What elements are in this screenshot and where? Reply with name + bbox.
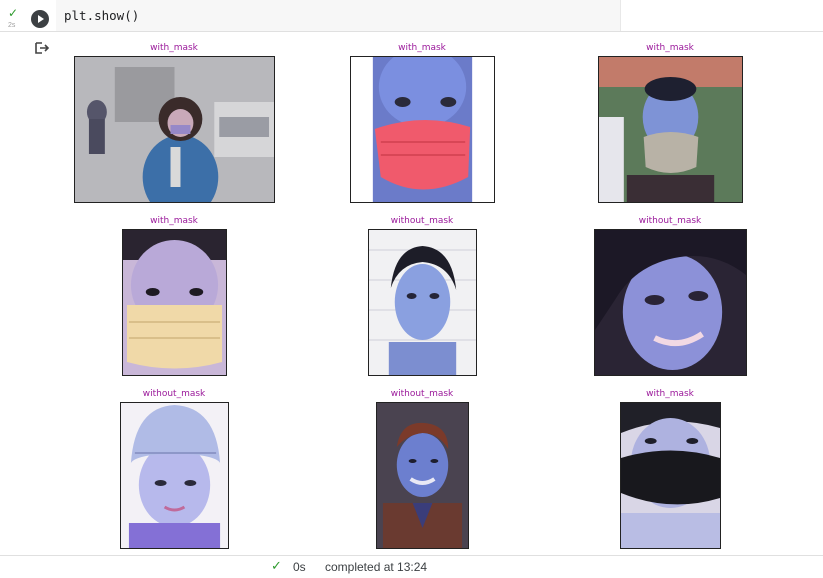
panel-title: with_mask — [150, 43, 198, 53]
panel-title: without_mask — [638, 216, 702, 226]
completion-status: completed at 13:24 — [325, 560, 428, 574]
play-icon — [38, 15, 44, 23]
run-cell-button[interactable] — [31, 10, 49, 28]
execution-duration: 0s — [293, 560, 306, 574]
face-image — [376, 402, 469, 549]
panel-title: with_mask — [646, 43, 694, 53]
face-image — [620, 402, 721, 549]
panel-title: with_mask — [150, 216, 198, 226]
code-cell[interactable]: ✓ 2s plt.show() — [0, 0, 823, 32]
face-image — [598, 56, 743, 203]
panel-title: without_mask — [390, 216, 454, 226]
code-text: plt.show() — [64, 8, 140, 23]
panel-title: with_mask — [398, 43, 446, 53]
face-image — [120, 402, 229, 549]
code-editor[interactable]: plt.show() — [56, 0, 621, 31]
execution-time: 2s — [8, 22, 16, 29]
face-image — [350, 56, 495, 203]
face-image — [594, 229, 747, 376]
cell-gutter: ✓ 2s — [0, 0, 26, 31]
status-bar: ✓ 0s completed at 13:24 — [0, 555, 823, 578]
face-image — [74, 56, 275, 203]
panel-title: without_mask — [142, 389, 206, 399]
face-image — [122, 229, 227, 376]
panel-title: without_mask — [390, 389, 454, 399]
face-image — [368, 229, 477, 376]
check-icon: ✓ — [8, 6, 19, 20]
output-menu-icon[interactable] — [34, 40, 50, 56]
success-check-icon: ✓ — [271, 559, 282, 574]
panel-title: with_mask — [646, 389, 694, 399]
